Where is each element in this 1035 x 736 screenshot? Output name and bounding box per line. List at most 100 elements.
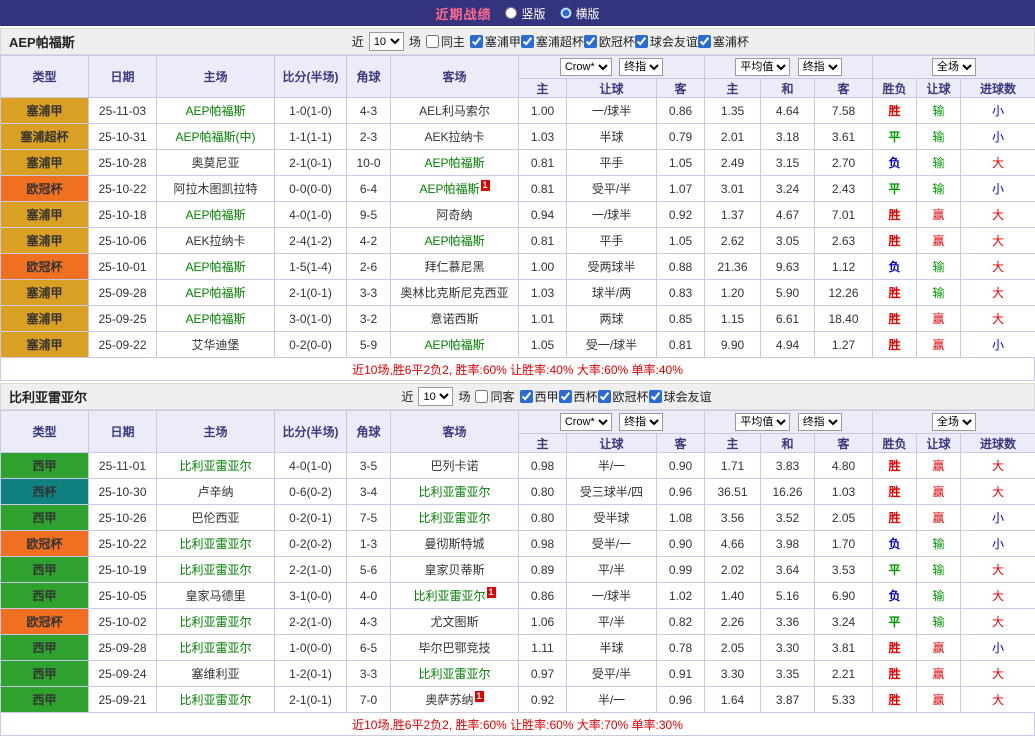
near-label: 近 [352, 33, 364, 50]
goals-result-cell: 小 [961, 505, 1035, 531]
layout-horizontal-option[interactable]: 横版 [560, 5, 600, 22]
odds-source-select[interactable]: Crow* [560, 413, 612, 431]
odds-select-group: Crow* 终指 [519, 411, 705, 434]
handicap-result-cell: 赢 [917, 202, 961, 228]
avg-draw: 3.36 [761, 609, 815, 635]
avg-draw: 16.26 [761, 479, 815, 505]
home-team: 塞维利亚 [157, 661, 275, 687]
league-filter-checkbox[interactable] [635, 35, 648, 48]
league-badge: 西甲 [1, 661, 89, 687]
home-team-name: AEP帕福斯 [185, 312, 245, 326]
odds-time-select[interactable]: 终指 [619, 413, 663, 431]
match-row: 西甲25-10-26巴伦西亚0-2(0-1)7-5比利亚雷亚尔0.80受半球1.… [1, 505, 1035, 531]
odds-home: 0.92 [519, 687, 567, 713]
avg-source-select[interactable]: 平均值 [735, 413, 790, 431]
avg-time-select[interactable]: 终指 [798, 413, 842, 431]
avg-draw: 3.64 [761, 557, 815, 583]
odds-time-select[interactable]: 终指 [619, 58, 663, 76]
subcol-handicap-result: 让球 [917, 79, 961, 98]
horizontal-radio[interactable] [560, 7, 572, 19]
scope-select[interactable]: 全场 [932, 58, 976, 76]
same-venue-checkbox[interactable] [475, 390, 488, 403]
avg-away: 1.03 [815, 479, 873, 505]
odds-home: 1.01 [519, 306, 567, 332]
league-filter-checkbox[interactable] [598, 390, 611, 403]
subcol-result: 胜负 [873, 79, 917, 98]
recent-count-select[interactable]: 10 [369, 32, 404, 51]
handicap-result-cell: 赢 [917, 228, 961, 254]
handicap-result-cell: 输 [917, 124, 961, 150]
league-filter-checkbox[interactable] [584, 35, 597, 48]
avg-draw: 3.15 [761, 150, 815, 176]
avg-away: 18.40 [815, 306, 873, 332]
match-date: 25-10-06 [89, 228, 157, 254]
league-badge: 欧冠杯 [1, 531, 89, 557]
avg-home: 1.64 [705, 687, 761, 713]
col-header-away: 客场 [391, 411, 519, 453]
score: 2-4(1-2) [275, 228, 347, 254]
avg-home: 3.56 [705, 505, 761, 531]
goals-result-cell: 小 [961, 332, 1035, 358]
league-filter-option[interactable]: 塞浦杯 [698, 33, 749, 50]
vertical-radio[interactable] [505, 7, 517, 19]
league-filter-label: 球会友谊 [650, 33, 698, 50]
league-filter-checkbox[interactable] [559, 390, 572, 403]
odds-away: 0.91 [657, 661, 705, 687]
league-filter-option[interactable]: 塞浦甲 [470, 33, 521, 50]
away-team: 比利亚雷亚尔1 [391, 583, 519, 609]
col-header-corner: 角球 [347, 56, 391, 98]
match-row: 塞浦甲25-11-03AEP帕福斯1-0(1-0)4-3AEL利马索尔1.00一… [1, 98, 1035, 124]
same-venue-checkbox[interactable] [426, 35, 439, 48]
avg-away: 2.63 [815, 228, 873, 254]
away-team: AEP帕福斯 [391, 228, 519, 254]
scope-select[interactable]: 全场 [932, 413, 976, 431]
league-filter-option[interactable]: 球会友谊 [649, 388, 712, 405]
layout-vertical-option[interactable]: 竖版 [505, 5, 545, 22]
handicap-line: 受两球半 [567, 254, 657, 280]
handicap-result-cell: 输 [917, 98, 961, 124]
league-filter-option[interactable]: 欧冠杯 [584, 33, 635, 50]
league-filter-option[interactable]: 欧冠杯 [598, 388, 649, 405]
handicap-line: 两球 [567, 306, 657, 332]
avg-draw: 3.18 [761, 124, 815, 150]
match-row: 西甲25-10-05皇家马德里3-1(0-0)4-0比利亚雷亚尔10.86一/球… [1, 583, 1035, 609]
league-filter-checkbox[interactable] [698, 35, 711, 48]
goals-result-cell: 小 [961, 98, 1035, 124]
handicap-result-cell: 输 [917, 583, 961, 609]
avg-home: 1.20 [705, 280, 761, 306]
avg-draw: 3.98 [761, 531, 815, 557]
handicap-result-cell: 赢 [917, 332, 961, 358]
league-filter-option[interactable]: 西甲 [520, 388, 559, 405]
odds-source-select[interactable]: Crow* [560, 58, 612, 76]
corner-score: 4-3 [347, 98, 391, 124]
same-venue-option[interactable]: 同主 [426, 33, 465, 50]
league-filter-checkbox[interactable] [520, 390, 533, 403]
home-team-name: 奥莫尼亚 [191, 156, 239, 170]
same-venue-option[interactable]: 同客 [475, 388, 514, 405]
avg-time-select[interactable]: 终指 [798, 58, 842, 76]
league-filter-checkbox[interactable] [470, 35, 483, 48]
avg-home: 1.15 [705, 306, 761, 332]
league-filter-checkbox[interactable] [521, 35, 534, 48]
avg-draw: 3.35 [761, 661, 815, 687]
matches-table: 类型 日期 主场 比分(半场) 角球 客场 Crow* 终指 平均值 终指 [0, 410, 1035, 713]
league-filter-option[interactable]: 西杯 [559, 388, 598, 405]
home-team-name: AEP帕福斯 [185, 286, 245, 300]
match-row: 欧冠杯25-10-22阿拉木图凯拉特0-0(0-0)6-4AEP帕福斯10.81… [1, 176, 1035, 202]
league-filter-checkbox[interactable] [649, 390, 662, 403]
league-filter-option[interactable]: 球会友谊 [635, 33, 698, 50]
league-filter-option[interactable]: 塞浦超杯 [521, 33, 584, 50]
recent-count-select[interactable]: 10 [418, 387, 453, 406]
match-date: 25-09-25 [89, 306, 157, 332]
avg-away: 1.27 [815, 332, 873, 358]
same-venue-label: 同客 [490, 388, 514, 405]
avg-draw: 3.83 [761, 453, 815, 479]
odds-away: 1.05 [657, 150, 705, 176]
avg-source-select[interactable]: 平均值 [735, 58, 790, 76]
odds-away: 0.90 [657, 531, 705, 557]
match-row: 欧冠杯25-10-01AEP帕福斯1-5(1-4)2-6拜仁慕尼黑1.00受两球… [1, 254, 1035, 280]
match-date: 25-10-19 [89, 557, 157, 583]
away-team: 尤文图斯 [391, 609, 519, 635]
avg-away: 3.81 [815, 635, 873, 661]
away-team: AEP帕福斯1 [391, 176, 519, 202]
